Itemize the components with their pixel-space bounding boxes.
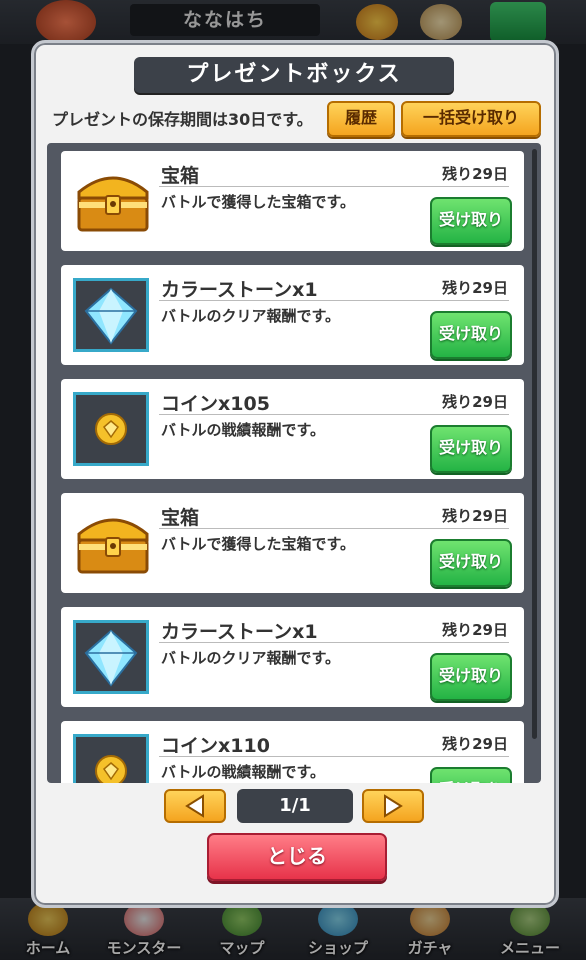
- receive-button[interactable]: 受け取り: [430, 653, 512, 701]
- list-item: 宝箱 バトルで獲得した宝箱です。 残り29日 受け取り: [61, 151, 524, 251]
- item-description: バトルの戦績報酬です。: [161, 421, 325, 439]
- divider: [159, 642, 509, 643]
- coin-icon: [73, 392, 149, 466]
- item-name: コインx105: [161, 393, 270, 415]
- arrow-right-icon: [384, 794, 403, 818]
- list-item: カラーストーンx1 バトルのクリア報酬です。 残り29日 受け取り: [61, 607, 524, 707]
- remaining-days: 残り29日: [442, 507, 508, 525]
- coin-icon: [73, 734, 149, 783]
- divider: [159, 300, 509, 301]
- item-description: バトルの戦績報酬です。: [161, 763, 325, 781]
- item-name: コインx110: [161, 735, 270, 757]
- divider: [159, 528, 509, 529]
- treasure-chest-icon: [73, 506, 149, 580]
- remaining-days: 残り29日: [442, 393, 508, 411]
- receive-all-button[interactable]: 一括受け取り: [401, 101, 541, 137]
- item-name: 宝箱: [161, 507, 200, 529]
- page-indicator: 1/1: [237, 789, 353, 823]
- remaining-days: 残り29日: [442, 735, 508, 753]
- list-item: 宝箱 バトルで獲得した宝箱です。 残り29日 受け取り: [61, 493, 524, 593]
- next-page-button[interactable]: [362, 789, 424, 823]
- remaining-days: 残り29日: [442, 279, 508, 297]
- close-button[interactable]: とじる: [207, 833, 387, 881]
- diamond-icon: [73, 278, 149, 352]
- storage-note: プレゼントの保存期間は30日です。: [52, 110, 313, 129]
- list-item: コインx110 バトルの戦績報酬です。 残り29日 受け取り: [61, 721, 524, 783]
- present-list[interactable]: 宝箱 バトルで獲得した宝箱です。 残り29日 受け取り カラーストーンx1 バト…: [47, 143, 541, 783]
- item-description: バトルのクリア報酬です。: [161, 307, 340, 325]
- diamond-icon: [73, 620, 149, 694]
- item-name: カラーストーンx1: [161, 279, 318, 301]
- scrollbar[interactable]: [532, 149, 537, 739]
- divider: [159, 756, 509, 757]
- receive-button[interactable]: 受け取り: [430, 197, 512, 245]
- item-description: バトルのクリア報酬です。: [161, 649, 340, 667]
- divider: [159, 186, 509, 187]
- prev-page-button[interactable]: [164, 789, 226, 823]
- modal-title: プレゼントボックス: [134, 57, 454, 93]
- present-box-modal: プレゼントボックス プレゼントの保存期間は30日です。 履歴 一括受け取り 宝箱…: [31, 40, 559, 908]
- remaining-days: 残り29日: [442, 165, 508, 183]
- arrow-left-icon: [185, 794, 204, 818]
- receive-button[interactable]: 受け取り: [430, 425, 512, 473]
- history-button[interactable]: 履歴: [327, 101, 395, 137]
- item-description: バトルで獲得した宝箱です。: [161, 535, 355, 553]
- receive-button[interactable]: 受け取り: [430, 767, 512, 783]
- item-name: カラーストーンx1: [161, 621, 318, 643]
- item-description: バトルで獲得した宝箱です。: [161, 193, 355, 211]
- receive-button[interactable]: 受け取り: [430, 539, 512, 587]
- treasure-chest-icon: [73, 164, 149, 238]
- list-item: コインx105 バトルの戦績報酬です。 残り29日 受け取り: [61, 379, 524, 479]
- receive-button[interactable]: 受け取り: [430, 311, 512, 359]
- item-name: 宝箱: [161, 165, 200, 187]
- remaining-days: 残り29日: [442, 621, 508, 639]
- divider: [159, 414, 509, 415]
- list-item: カラーストーンx1 バトルのクリア報酬です。 残り29日 受け取り: [61, 265, 524, 365]
